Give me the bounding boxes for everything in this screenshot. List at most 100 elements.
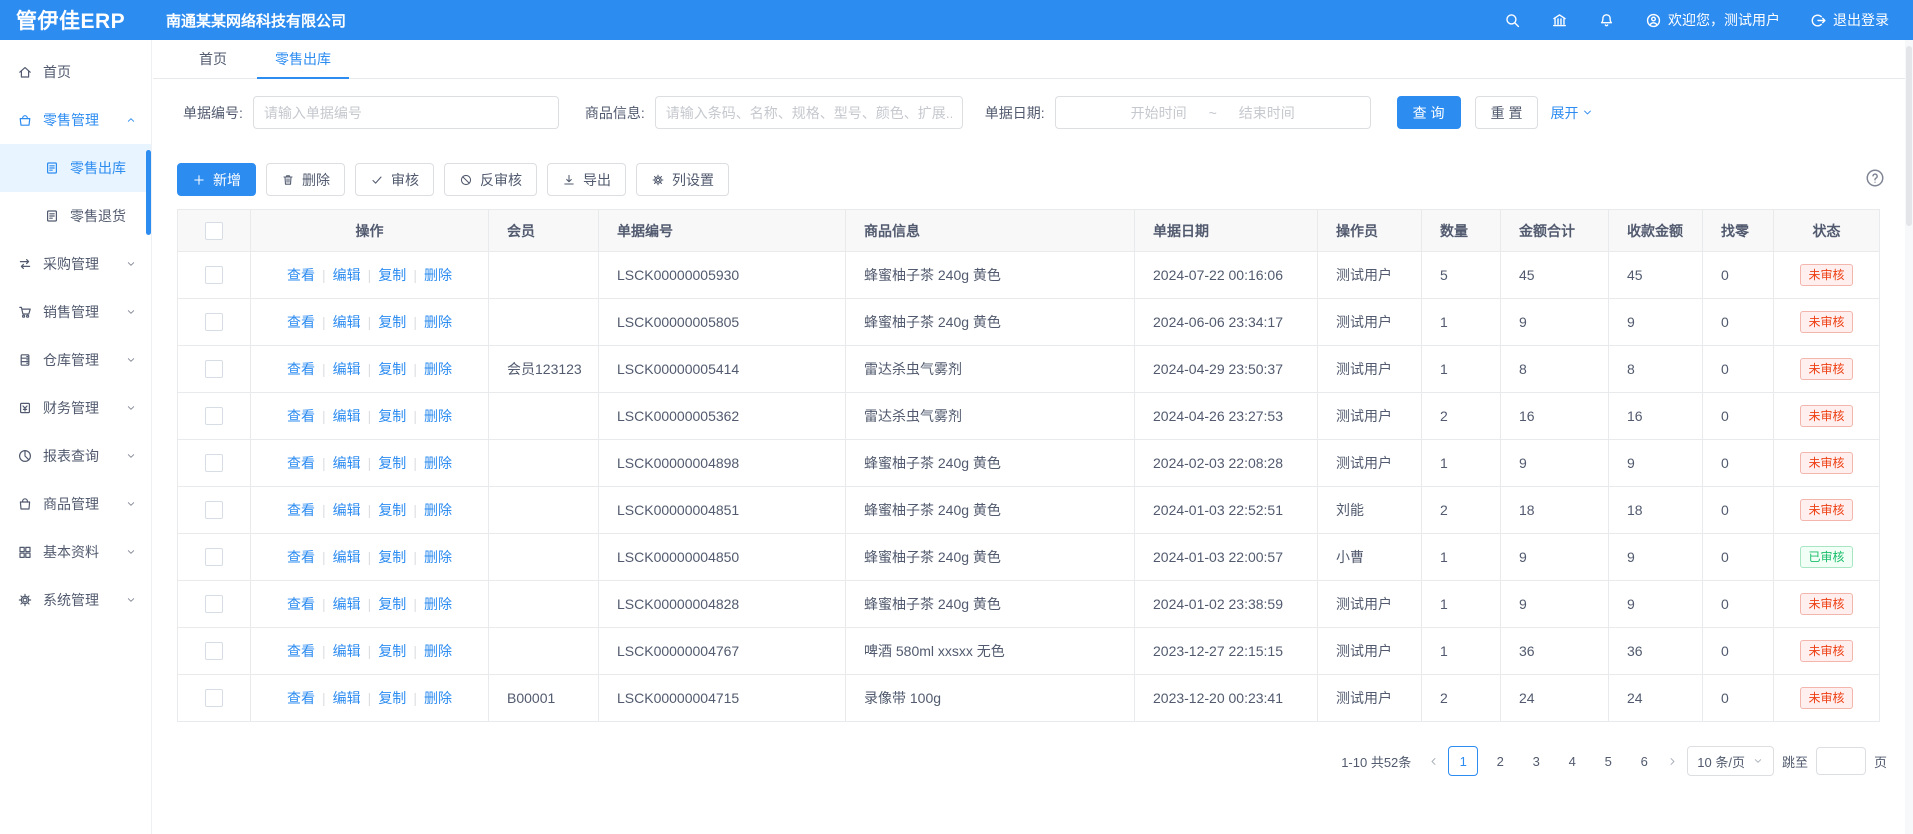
row-action-edit[interactable]: 编辑 bbox=[333, 314, 361, 330]
row-action-copy[interactable]: 复制 bbox=[378, 455, 406, 471]
action-separator: | bbox=[368, 361, 372, 377]
logout-button[interactable]: 退出登录 bbox=[1810, 10, 1889, 30]
row-action-view[interactable]: 查看 bbox=[287, 314, 315, 330]
header-notifications-button[interactable] bbox=[1598, 12, 1615, 29]
row-action-copy[interactable]: 复制 bbox=[378, 267, 406, 283]
row-action-edit[interactable]: 编辑 bbox=[333, 267, 361, 283]
row-action-edit[interactable]: 编辑 bbox=[333, 643, 361, 659]
pagination-page-5[interactable]: 5 bbox=[1594, 747, 1622, 775]
row-action-copy[interactable]: 复制 bbox=[378, 643, 406, 659]
tab-retail-outbound[interactable]: 零售出库 bbox=[257, 40, 349, 78]
row-checkbox[interactable] bbox=[205, 501, 223, 519]
expand-link[interactable]: 展开 bbox=[1550, 103, 1594, 123]
row-action-delete[interactable]: 删除 bbox=[424, 455, 452, 471]
row-action-delete[interactable]: 删除 bbox=[424, 596, 452, 612]
row-action-view[interactable]: 查看 bbox=[287, 502, 315, 518]
row-action-edit[interactable]: 编辑 bbox=[333, 455, 361, 471]
row-action-view[interactable]: 查看 bbox=[287, 267, 315, 283]
row-action-copy[interactable]: 复制 bbox=[378, 361, 406, 377]
sidebar-item-finance[interactable]: 财务管理 bbox=[0, 384, 151, 432]
reset-button[interactable]: 重 置 bbox=[1475, 96, 1539, 129]
row-action-edit[interactable]: 编辑 bbox=[333, 408, 361, 424]
row-action-delete[interactable]: 删除 bbox=[424, 361, 452, 377]
sidebar-item-system[interactable]: 系统管理 bbox=[0, 576, 151, 624]
sidebar-item-basic[interactable]: 基本资料 bbox=[0, 528, 151, 576]
row-action-delete[interactable]: 删除 bbox=[424, 643, 452, 659]
row-checkbox[interactable] bbox=[205, 360, 223, 378]
sidebar-item-warehouse[interactable]: 仓库管理 bbox=[0, 336, 151, 384]
audit-button[interactable]: 审核 bbox=[355, 163, 434, 196]
pagination-page-3[interactable]: 3 bbox=[1522, 747, 1550, 775]
sidebar-item-goods[interactable]: 商品管理 bbox=[0, 480, 151, 528]
row-checkbox[interactable] bbox=[205, 548, 223, 566]
row-action-edit[interactable]: 编辑 bbox=[333, 502, 361, 518]
search-button[interactable]: 查 询 bbox=[1397, 96, 1461, 129]
row-action-delete[interactable]: 删除 bbox=[424, 314, 452, 330]
cell-total: 45 bbox=[1501, 252, 1609, 299]
header-search-button[interactable] bbox=[1504, 12, 1521, 29]
row-action-delete[interactable]: 删除 bbox=[424, 549, 452, 565]
sidebar-item-home[interactable]: 首页 bbox=[0, 48, 151, 96]
pagination-prev[interactable] bbox=[1427, 755, 1440, 768]
row-action-copy[interactable]: 复制 bbox=[378, 596, 406, 612]
sidebar-item-sales[interactable]: 销售管理 bbox=[0, 288, 151, 336]
row-action-view[interactable]: 查看 bbox=[287, 408, 315, 424]
row-checkbox[interactable] bbox=[205, 266, 223, 284]
sidebar-item-purchase[interactable]: 采购管理 bbox=[0, 240, 151, 288]
row-checkbox[interactable] bbox=[205, 595, 223, 613]
header-bank-button[interactable] bbox=[1551, 12, 1568, 29]
row-action-view[interactable]: 查看 bbox=[287, 643, 315, 659]
select-all-checkbox[interactable] bbox=[205, 222, 223, 240]
row-action-edit[interactable]: 编辑 bbox=[333, 361, 361, 377]
pagination-page-2[interactable]: 2 bbox=[1486, 747, 1514, 775]
window-scrollbar[interactable] bbox=[1905, 40, 1913, 834]
row-action-view[interactable]: 查看 bbox=[287, 596, 315, 612]
sidebar-subitem-retail-outbound[interactable]: 零售出库 bbox=[0, 144, 151, 192]
product-input[interactable] bbox=[655, 96, 963, 129]
row-checkbox[interactable] bbox=[205, 407, 223, 425]
row-action-view[interactable]: 查看 bbox=[287, 549, 315, 565]
sidebar-subitem-retail-return[interactable]: 零售退货 bbox=[0, 192, 151, 240]
row-action-copy[interactable]: 复制 bbox=[378, 314, 406, 330]
help-icon[interactable] bbox=[1865, 168, 1885, 188]
row-action-edit[interactable]: 编辑 bbox=[333, 596, 361, 612]
pagination-page-1[interactable]: 1 bbox=[1448, 746, 1478, 776]
tab-home[interactable]: 首页 bbox=[181, 40, 245, 78]
row-action-edit[interactable]: 编辑 bbox=[333, 690, 361, 706]
unaudit-button[interactable]: 反审核 bbox=[444, 163, 537, 196]
row-checkbox[interactable] bbox=[205, 642, 223, 660]
row-action-delete[interactable]: 删除 bbox=[424, 267, 452, 283]
bill-no-input[interactable] bbox=[253, 96, 559, 129]
user-menu[interactable]: 欢迎您，测试用户 bbox=[1645, 10, 1780, 30]
jump-input[interactable] bbox=[1816, 747, 1866, 775]
row-action-delete[interactable]: 删除 bbox=[424, 502, 452, 518]
row-action-copy[interactable]: 复制 bbox=[378, 408, 406, 424]
cell-date: 2024-07-22 00:16:06 bbox=[1135, 252, 1318, 299]
page-size-select[interactable]: 10 条/页 bbox=[1687, 746, 1774, 776]
add-button[interactable]: 新增 bbox=[177, 163, 256, 196]
row-action-view[interactable]: 查看 bbox=[287, 361, 315, 377]
pagination-page-4[interactable]: 4 bbox=[1558, 747, 1586, 775]
action-separator: | bbox=[368, 267, 372, 283]
row-action-delete[interactable]: 删除 bbox=[424, 690, 452, 706]
date-range-input[interactable]: 开始时间 ~ 结束时间 bbox=[1055, 96, 1371, 129]
delete-button[interactable]: 删除 bbox=[266, 163, 345, 196]
row-action-copy[interactable]: 复制 bbox=[378, 549, 406, 565]
row-action-delete[interactable]: 删除 bbox=[424, 408, 452, 424]
sidebar-item-report[interactable]: 报表查询 bbox=[0, 432, 151, 480]
row-action-copy[interactable]: 复制 bbox=[378, 690, 406, 706]
row-action-view[interactable]: 查看 bbox=[287, 455, 315, 471]
sidebar-scrollbar-thumb[interactable] bbox=[146, 150, 151, 235]
row-checkbox[interactable] bbox=[205, 313, 223, 331]
sidebar-item-retail[interactable]: 零售管理 bbox=[0, 96, 151, 144]
pagination-next[interactable] bbox=[1666, 755, 1679, 768]
row-action-edit[interactable]: 编辑 bbox=[333, 549, 361, 565]
column-settings-button[interactable]: 列设置 bbox=[636, 163, 729, 196]
row-checkbox[interactable] bbox=[205, 689, 223, 707]
row-action-copy[interactable]: 复制 bbox=[378, 502, 406, 518]
window-scrollbar-thumb[interactable] bbox=[1906, 46, 1912, 226]
pagination-page-6[interactable]: 6 bbox=[1630, 747, 1658, 775]
row-action-view[interactable]: 查看 bbox=[287, 690, 315, 706]
row-checkbox[interactable] bbox=[205, 454, 223, 472]
export-button[interactable]: 导出 bbox=[547, 163, 626, 196]
